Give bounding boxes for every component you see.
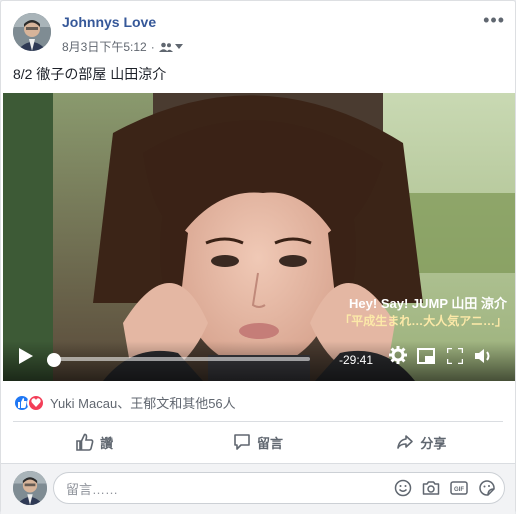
post-card: Johnnys Love 8月3日下午5:12 · ••• 8/2 徹子の部屋 … [0,0,516,514]
fullscreen-icon[interactable] [445,346,465,369]
avatar-image [13,13,51,51]
caption-line-1: Hey! Say! JUMP 山田 涼介 [349,296,507,311]
user-avatar[interactable] [13,471,47,505]
comment-tools: GIF [394,479,496,497]
emoji-icon[interactable] [394,479,412,497]
share-button[interactable]: 分享 [340,423,503,461]
divider-top [13,421,503,422]
svg-text:GIF: GIF [454,487,464,493]
camera-icon[interactable] [422,479,440,497]
video-caption: Hey! Say! JUMP 山田 涼介 「平成生まれ…大人気アニ…」 [339,293,507,329]
picture-in-picture-icon[interactable] [417,348,435,369]
post-timestamp[interactable]: 8月3日下午5:12 [62,38,147,55]
page-name-link[interactable]: Johnnys Love [62,14,156,30]
time-remaining: -29:41 [338,353,373,367]
comment-bubble-icon [234,434,250,450]
reactions-summary[interactable]: Yuki Macau、王郁文和其他56人 [13,393,236,412]
share-label: 分享 [420,435,447,451]
like-label: 讚 [100,435,114,451]
user-avatar-image [13,471,47,505]
video-frame [3,93,515,381]
reactions-text: Yuki Macau、王郁文和其他56人 [50,396,236,411]
settings-gear-icon[interactable] [389,346,407,369]
post-meta: 8月3日下午5:12 · [62,38,183,55]
progress-knob[interactable] [47,353,61,367]
caption-line-2: 「平成生まれ…大人気アニ…」 [339,314,507,328]
comment-box: GIF [53,472,505,505]
progress-track[interactable] [55,357,310,361]
post-actions: 讚 留言 分享 [13,423,503,461]
more-options-icon[interactable]: ••• [483,11,505,29]
video-player[interactable]: Hey! Say! JUMP 山田 涼介 「平成生まれ…大人気アニ…」 -29:… [3,93,515,381]
comment-label: 留言 [256,435,283,451]
gif-icon[interactable]: GIF [450,479,468,497]
share-arrow-icon [397,435,414,449]
video-controls [3,341,515,381]
volume-icon[interactable] [475,348,493,369]
comment-button[interactable]: 留言 [176,423,339,461]
dot-separator: · [150,39,155,54]
sticker-icon[interactable] [478,479,496,497]
comment-composer: GIF [1,463,515,514]
page-avatar[interactable] [13,13,51,51]
love-icon [27,393,45,412]
like-button[interactable]: 讚 [13,423,176,461]
comment-input[interactable] [64,473,368,505]
post-text: 8/2 徹子の部屋 山田涼介 [13,66,167,82]
play-icon[interactable] [19,348,33,369]
chevron-down-icon [174,43,183,49]
friends-icon[interactable] [158,42,183,52]
thumbs-up-icon [76,433,94,451]
